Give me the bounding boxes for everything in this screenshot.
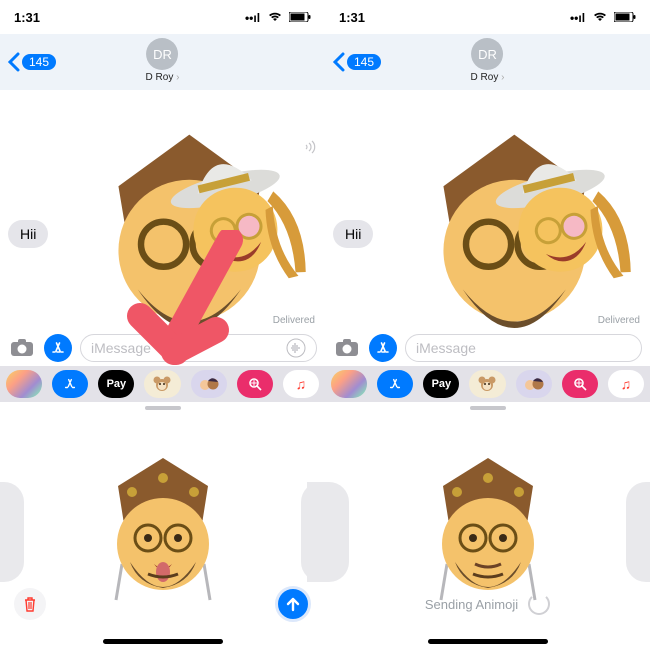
wifi-icon [593,11,610,25]
app-music[interactable]: ♫ [283,370,319,398]
app-memoji[interactable] [191,370,227,398]
memoji-hat-large [153,140,313,300]
status-time: 1:31 [339,10,365,25]
app-apple-pay[interactable]: Pay [98,370,134,398]
animoji-drawer: Sending Animoji [325,402,650,650]
app-animoji[interactable] [144,370,180,398]
delivered-label: Delivered [598,315,640,326]
screenshot-right: 1:31 ••ıl 145 DR D Roy H [325,0,650,650]
prev-memoji-peek[interactable] [307,482,349,582]
drawer-handle[interactable] [470,406,506,410]
screenshot-left: 1:31 ••ıl 145 DR D Roy H [0,0,325,650]
delivered-label: Delivered [273,315,315,326]
home-indicator[interactable] [103,639,223,644]
conversation-area: Hii [0,90,325,330]
unread-badge: 145 [22,54,56,70]
loading-spinner-icon [528,593,550,615]
back-button[interactable]: 145 [6,52,56,72]
app-photos[interactable] [331,370,367,398]
animoji-drawer [0,402,325,650]
message-bubble: Hii [333,220,373,248]
status-icons: ••ıl [566,10,636,25]
status-bar: 1:31 ••ıl [325,0,650,34]
back-button[interactable]: 145 [331,52,381,72]
app-search-images[interactable] [562,370,598,398]
drawer-handle[interactable] [145,406,181,410]
status-bar: 1:31 ••ıl [0,0,325,34]
status-time: 1:31 [14,10,40,25]
contact-header[interactable]: DR D Roy [146,38,180,83]
send-button[interactable] [275,586,311,622]
signal-icon: ••ıl [570,11,585,25]
next-memoji-peek[interactable] [626,482,650,582]
app-animoji[interactable] [469,370,505,398]
status-icons: ••ıl [241,10,311,25]
conversation-area: Hii D [325,90,650,330]
contact-avatar: DR [472,38,504,70]
nav-header: 145 DR D Roy [325,34,650,90]
contact-avatar: DR [147,38,179,70]
app-photos[interactable] [6,370,42,398]
battery-icon [614,11,636,25]
app-apple-pay[interactable]: Pay [423,370,459,398]
unread-badge: 145 [347,54,381,70]
nav-header: 145 DR D Roy [0,34,325,90]
prev-memoji-peek[interactable] [0,482,24,582]
contact-name-label: D Roy [471,72,505,83]
sending-label: Sending Animoji [425,597,518,612]
signal-icon: ••ıl [245,11,260,25]
contact-header[interactable]: DR D Roy [471,38,505,83]
wifi-icon [268,11,285,25]
message-bubble: Hii [8,220,48,248]
contact-name-label: D Roy [146,72,180,83]
memoji-hat-large [478,140,638,300]
app-search-images[interactable] [237,370,273,398]
app-appstore[interactable] [52,370,88,398]
home-indicator[interactable] [428,639,548,644]
battery-icon [289,11,311,25]
app-memoji[interactable] [516,370,552,398]
delete-button[interactable] [14,588,46,620]
app-music[interactable]: ♫ [608,370,644,398]
app-appstore[interactable] [377,370,413,398]
